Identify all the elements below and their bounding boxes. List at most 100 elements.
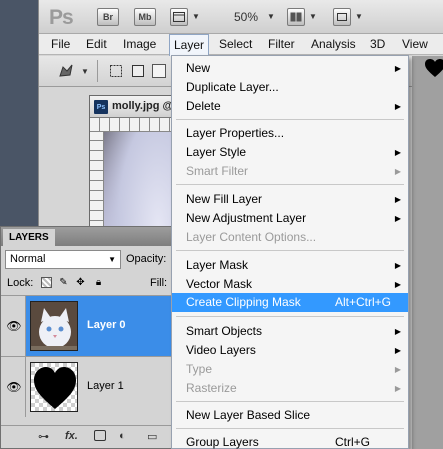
menu-item-rasterize: Rasterize ▶: [172, 379, 408, 398]
menu-separator: [176, 184, 404, 185]
menu-item-layer-properties[interactable]: Layer Properties...: [172, 124, 408, 143]
cat-photo-thumbnail: [31, 302, 77, 350]
submenu-arrow-icon: ▶: [394, 102, 401, 111]
menu-select[interactable]: Select: [219, 34, 252, 55]
submenu-arrow-icon: ▶: [394, 167, 401, 176]
layer-dropdown-menu: New ▶ Duplicate Layer... Delete ▶ Layer Pr…: [171, 55, 409, 449]
menu-shortcut: Ctrl+G: [335, 435, 371, 449]
fx-icon[interactable]: fx.: [65, 430, 78, 442]
chevron-down-icon[interactable]: ▼: [192, 12, 200, 21]
right-panel-dock: [412, 56, 443, 449]
lock-all-icon[interactable]: 🔒︎: [93, 277, 104, 288]
layer-thumbnail-heart: [30, 362, 78, 412]
layers-panel-footer: ⊶ fx. ◐ ▭: [1, 425, 173, 448]
submenu-arrow-icon: ▶: [394, 365, 401, 374]
menu-shortcut: Alt+Ctrl+G: [335, 295, 392, 309]
menu-item-new-fill-layer[interactable]: New Fill Layer ▶: [172, 190, 408, 209]
paths-icon[interactable]: [131, 64, 145, 78]
menu-separator: [176, 401, 404, 402]
zoom-level[interactable]: 50%: [226, 10, 266, 24]
menu-separator: [176, 428, 404, 429]
arrange-documents-icon: [290, 12, 302, 22]
photoshop-logo: Ps: [49, 6, 74, 29]
menu-item-vector-mask[interactable]: Vector Mask ▶: [172, 275, 408, 294]
visibility-eye-icon[interactable]: 👁︎: [6, 318, 22, 334]
menu-layer[interactable]: Layer: [169, 34, 210, 56]
link-icon[interactable]: ⊶: [38, 430, 49, 443]
visibility-eye-icon[interactable]: 👁︎: [6, 379, 22, 395]
submenu-arrow-icon: ▶: [394, 327, 401, 336]
menu-item-type: Type ▶: [172, 360, 408, 379]
menu-item-delete[interactable]: Delete ▶: [172, 97, 408, 116]
arrange-documents-button[interactable]: [287, 8, 305, 26]
chevron-down-icon[interactable]: ▼: [81, 67, 89, 76]
menu-item-video-layers[interactable]: Video Layers ▶: [172, 341, 408, 360]
menu-separator: [176, 119, 404, 120]
layer-row-layer-1[interactable]: 👁︎ Layer 1: [1, 356, 173, 417]
chevron-down-icon[interactable]: ▼: [309, 12, 317, 21]
adjustment-icon[interactable]: ◐: [119, 430, 126, 442]
menu-item-duplicate-layer[interactable]: Duplicate Layer...: [172, 78, 408, 97]
submenu-arrow-icon: ▶: [394, 214, 401, 223]
launch-mini-bridge-button[interactable]: Mb: [134, 8, 156, 26]
screen-mode-button[interactable]: [333, 8, 351, 26]
launch-bridge-button[interactable]: Br: [97, 8, 119, 26]
layers-panel: LAYERS Normal ▼ Opacity: Lock: ✎ ✥ 🔒︎ Fi…: [0, 226, 174, 449]
lock-label: Lock:: [7, 277, 34, 289]
menu-item-layer-mask[interactable]: Layer Mask ▶: [172, 256, 408, 275]
layer-row-layer-0[interactable]: 👁︎ Layer 0: [1, 295, 173, 356]
menu-analysis[interactable]: Analysis: [311, 34, 356, 55]
submenu-arrow-icon: ▶: [394, 346, 401, 355]
menu-view[interactable]: View: [402, 34, 428, 55]
chevron-down-icon[interactable]: ▼: [267, 12, 275, 21]
view-extras-icon: [173, 12, 185, 22]
lock-position-icon[interactable]: ✥: [75, 277, 86, 288]
opacity-label: Opacity:: [126, 253, 167, 265]
menu-bar: File Edit Image Layer Select Filter Anal…: [39, 34, 443, 56]
document-file-icon: Ps: [94, 100, 108, 114]
blend-mode-select[interactable]: Normal ▼: [5, 250, 121, 269]
chevron-down-icon: ▼: [108, 255, 116, 264]
menu-item-new-adjustment-layer[interactable]: New Adjustment Layer ▶: [172, 209, 408, 228]
menu-item-layer-content-options: Layer Content Options...: [186, 230, 317, 244]
menu-item-smart-filter: Smart Filter ▶: [172, 162, 408, 181]
menu-separator: [176, 250, 404, 251]
lock-image-pixels-icon[interactable]: ✎: [58, 277, 69, 288]
black-heart-thumbnail: [34, 367, 76, 409]
menu-item-smart-objects[interactable]: Smart Objects ▶: [172, 322, 408, 341]
layer-name[interactable]: Layer 1: [87, 380, 124, 392]
submenu-arrow-icon: ▶: [394, 384, 401, 393]
heart-shape-preview-icon[interactable]: [425, 59, 443, 79]
mask-icon[interactable]: [94, 430, 106, 441]
menu-item-group-layers[interactable]: Group Layers Ctrl+G: [172, 433, 408, 449]
layer-name[interactable]: Layer 0: [87, 319, 126, 331]
submenu-arrow-icon: ▶: [394, 280, 401, 289]
menu-file[interactable]: File: [51, 34, 70, 55]
folder-icon[interactable]: ▭: [147, 430, 157, 443]
menu-image[interactable]: Image: [123, 34, 156, 55]
layer-thumbnail-cat: [30, 301, 78, 351]
menu-edit[interactable]: Edit: [86, 34, 107, 55]
fill-label: Fill:: [150, 277, 168, 289]
menu-item-new-layer-based-slice[interactable]: New Layer Based Slice: [172, 406, 408, 425]
menu-filter[interactable]: Filter: [268, 34, 295, 55]
layers-panel-header: LAYERS: [1, 227, 173, 246]
submenu-arrow-icon: ▶: [394, 64, 401, 73]
view-extras-button[interactable]: [170, 8, 188, 26]
submenu-arrow-icon: ▶: [394, 148, 401, 157]
application-bar: Ps Br Mb ▼ 50% ▼ ▼ ▼: [39, 0, 443, 34]
layers-tab[interactable]: LAYERS: [3, 229, 55, 246]
menu-item-create-clipping-mask[interactable]: Create Clipping Mask Alt+Ctrl+G: [172, 293, 408, 312]
screen-mode-icon: [337, 13, 347, 21]
lock-transparency-icon[interactable]: [41, 277, 52, 288]
shape-layers-icon[interactable]: [109, 64, 123, 78]
submenu-arrow-icon: ▶: [394, 261, 401, 270]
submenu-arrow-icon: ▶: [394, 195, 401, 204]
chevron-down-icon[interactable]: ▼: [355, 12, 363, 21]
divider: [97, 60, 98, 82]
custom-shape-tool-icon[interactable]: [57, 63, 75, 79]
menu-item-layer-style[interactable]: Layer Style ▶: [172, 143, 408, 162]
menu-3d[interactable]: 3D: [370, 34, 385, 55]
menu-item-new[interactable]: New ▶: [172, 59, 408, 78]
fill-pixels-button[interactable]: [152, 64, 166, 78]
